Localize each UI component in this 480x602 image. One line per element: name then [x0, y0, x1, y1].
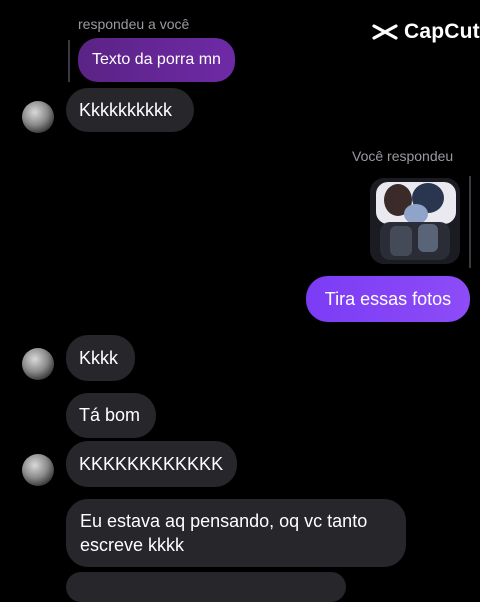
outgoing-quote-bar	[469, 176, 471, 268]
incoming-message-bubble-multiline[interactable]: Eu estava aq pensando, oq vc tanto escre…	[66, 499, 406, 567]
quoted-message-bubble[interactable]: Texto da porra mn	[78, 38, 235, 82]
contact-avatar[interactable]	[22, 454, 54, 486]
contact-avatar[interactable]	[22, 348, 54, 380]
incoming-message-bubble[interactable]: KKKKKKKKKKKK	[66, 441, 237, 487]
capcut-logo-icon	[372, 24, 398, 40]
outgoing-reply-label: Você respondeu	[352, 148, 454, 164]
incoming-message-bubble[interactable]: Tá bom	[66, 393, 156, 438]
outgoing-message-bubble[interactable]: Tira essas fotos	[306, 276, 470, 322]
incoming-message-bubble-partial[interactable]	[66, 572, 346, 602]
incoming-message-bubble[interactable]: Kkkkkkkkkk	[66, 88, 194, 132]
photo-icon	[370, 178, 460, 264]
reply-quote-bar	[68, 40, 70, 82]
reply-context-label: respondeu a você	[78, 16, 190, 32]
capcut-logo-text: CapCut	[404, 20, 480, 43]
contact-avatar[interactable]	[22, 101, 54, 133]
replied-photo-thumbnail[interactable]	[370, 178, 460, 264]
capcut-watermark: CapCut	[372, 20, 480, 44]
incoming-message-bubble[interactable]: Kkkk	[66, 335, 135, 381]
